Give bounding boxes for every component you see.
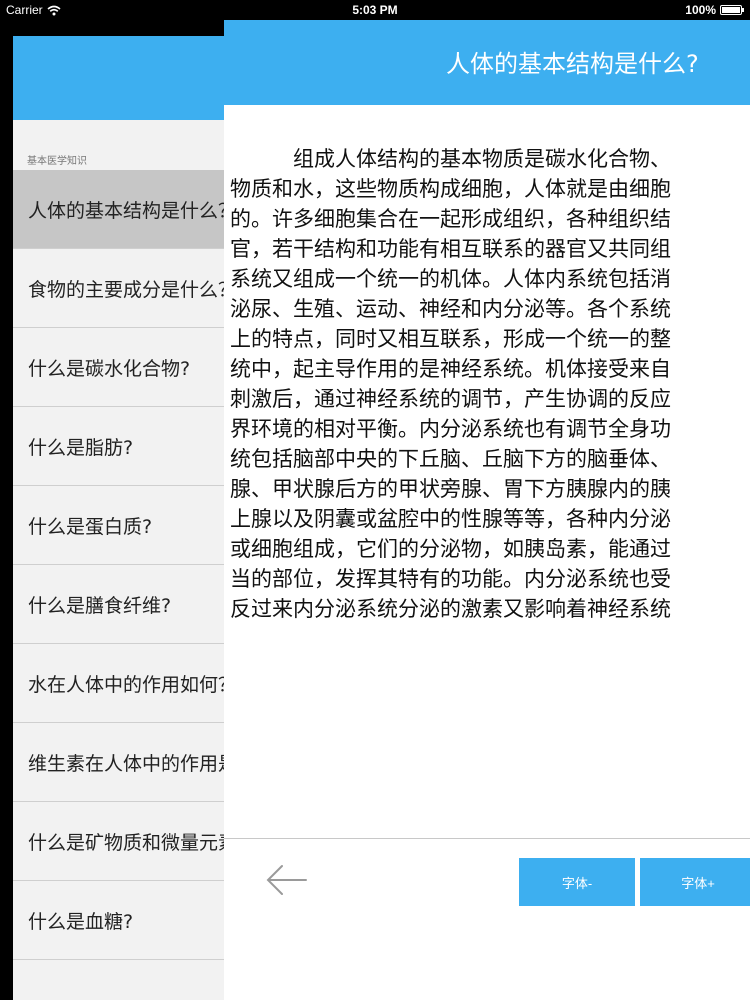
list-item[interactable]: 什么是碳水化合物? [13, 328, 235, 407]
list-item[interactable]: 维生素在人体中的作用是什么？ [13, 723, 235, 802]
font-decrease-button[interactable]: 字体- [519, 858, 635, 906]
article-content: 组成人体结构的基本物质是碳水化合物、 物质和水，这些物质构成细胞，人体就是由细胞… [230, 147, 671, 621]
arrow-left-icon [266, 865, 307, 895]
detail-panel: 人体的基本结构是什么? 组成人体结构的基本物质是碳水化合物、 物质和水，这些物质… [224, 20, 750, 1000]
battery-percent: 100% [685, 3, 716, 17]
list-item-label: 什么是蛋白质? [28, 515, 153, 538]
list-item-label: 人体的基本结构是什么？ [28, 199, 235, 222]
list-item[interactable]: 什么是蛋白质? [13, 486, 235, 565]
list-item-label: 什么是膳食纤维? [28, 594, 172, 617]
section-header: 基本医学知识 [27, 156, 87, 167]
list-item[interactable]: 人体的基本结构是什么？ [13, 170, 235, 249]
master-nav-bar [13, 36, 235, 120]
status-right: 100% [685, 3, 744, 17]
list-item[interactable]: 什么是血糖? [13, 881, 235, 960]
battery-fill [722, 7, 740, 13]
list-item[interactable]: 什么是膳食纤维? [13, 565, 235, 644]
list-item-label: 食物的主要成分是什么？ [28, 278, 235, 301]
list-item[interactable]: 什么是矿物质和微量元素？ [13, 802, 235, 881]
list-item[interactable]: 什么是脂肪? [13, 407, 235, 486]
detail-nav-bar: 人体的基本结构是什么? [224, 20, 750, 105]
list-item-label: 什么是矿物质和微量元素？ [28, 831, 235, 854]
toolbar-divider [224, 838, 750, 839]
battery-icon [720, 5, 744, 15]
font-increase-button[interactable]: 字体+ [640, 858, 750, 906]
back-button[interactable] [264, 862, 310, 898]
list-item-label: 水在人体中的作用如何？ [28, 673, 235, 696]
list-item-label: 维生素在人体中的作用是什么？ [28, 752, 235, 775]
detail-title: 人体的基本结构是什么? [446, 50, 699, 78]
list-item-label: 什么是脂肪? [28, 436, 134, 459]
list-item[interactable]: 食物的主要成分是什么？ [13, 249, 235, 328]
list-item-label: 什么是血糖? [28, 910, 134, 933]
master-panel: 基本医学知识 人体的基本结构是什么？ 食物的主要成分是什么？ 什么是碳水化合物? 什么… [13, 36, 235, 1000]
list-item-label: 什么是碳水化合物? [28, 357, 191, 380]
topic-list: 人体的基本结构是什么？ 食物的主要成分是什么？ 什么是碳水化合物? 什么是脂肪? 什么是… [13, 170, 235, 960]
status-bar: Carrier 5:03 PM 100% [0, 0, 750, 20]
list-item[interactable]: 水在人体中的作用如何？ [13, 644, 235, 723]
status-time: 5:03 PM [352, 3, 398, 17]
